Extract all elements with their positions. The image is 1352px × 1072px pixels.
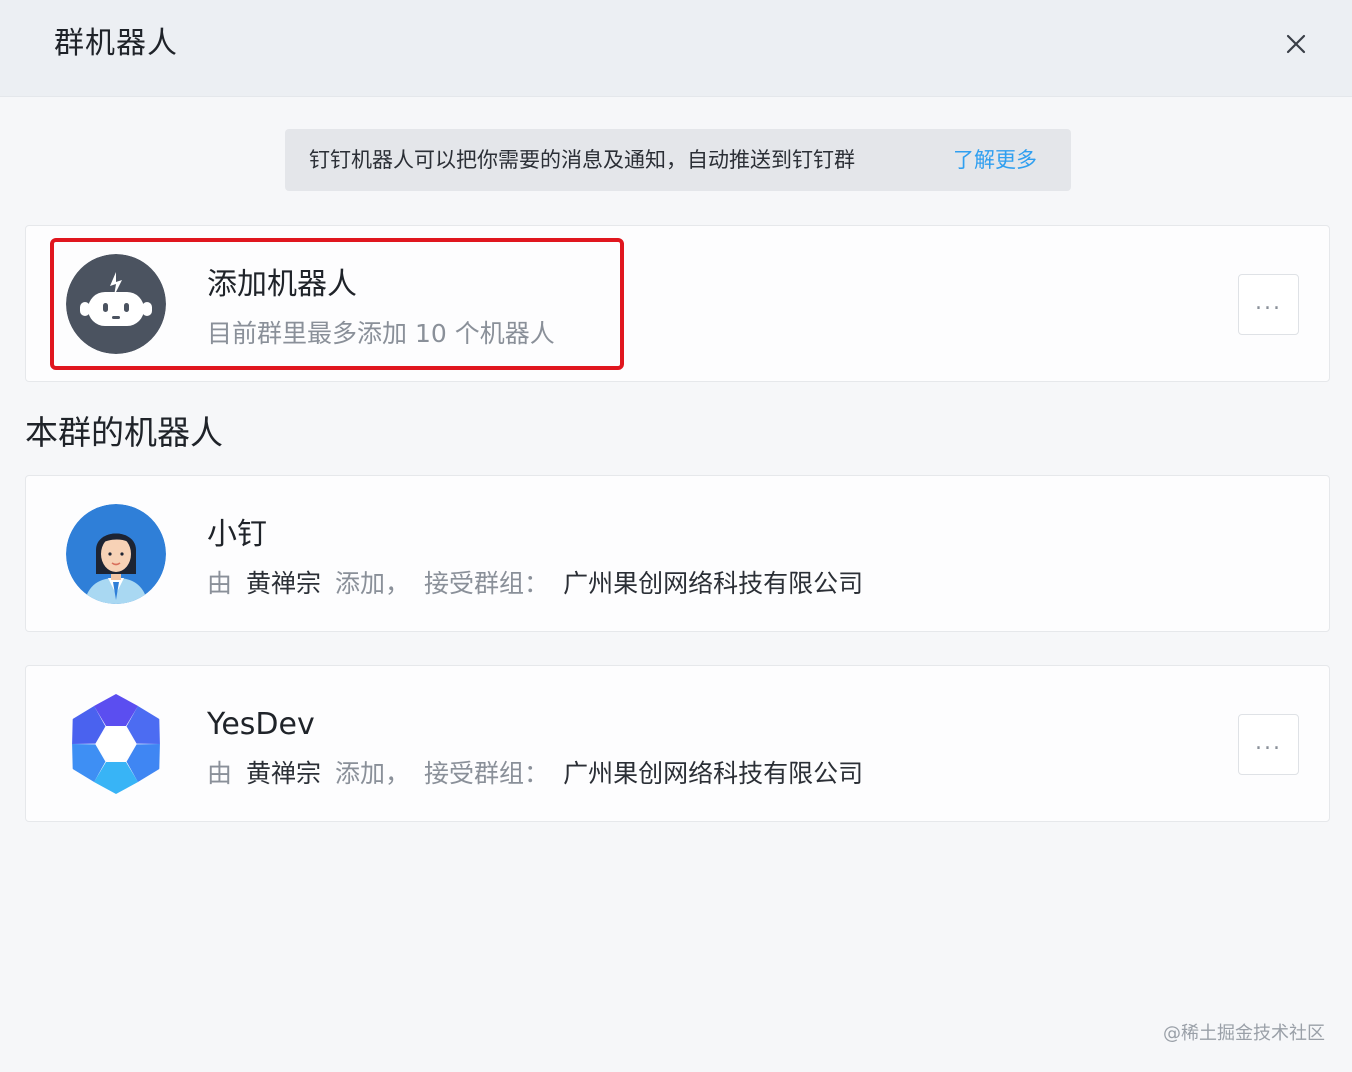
add-robot-card[interactable]: 添加机器人 目前群里最多添加 10 个机器人 ... [25,225,1330,382]
more-button[interactable]: ... [1238,274,1299,335]
added-label: 添加， [335,569,411,598]
group-name: 广州果创网络科技有限公司 [563,569,864,598]
watermark: @稀土掘金技术社区 [1163,1023,1325,1044]
robot-info: 由黄禅宗 添加， 接受群组： 广州果创网络科技有限公司 [207,567,863,601]
more-button[interactable]: ... [1238,714,1299,775]
by-label: 由 [207,569,233,598]
learn-more-link[interactable]: 了解更多 [953,145,1037,175]
receive-group-label: 接受群组： [424,569,550,598]
group-name: 广州果创网络科技有限公司 [563,759,864,788]
section-title: 本群的机器人 [25,413,223,452]
woman-avatar-icon [66,504,166,604]
creator-name: 黄禅宗 [246,759,322,788]
by-label: 由 [207,759,233,788]
creator-name: 黄禅宗 [246,569,322,598]
highlight-annotation [50,238,624,370]
robot-name: YesDev [207,707,315,742]
close-icon [1286,34,1306,54]
info-banner: 钉钉机器人可以把你需要的消息及通知，自动推送到钉钉群 了解更多 [285,129,1071,191]
dialog-header: 群机器人 [0,0,1352,97]
robot-name: 小钉 [207,517,267,552]
robot-info: 由黄禅宗 添加， 接受群组： 广州果创网络科技有限公司 [207,757,863,791]
info-banner-text: 钉钉机器人可以把你需要的消息及通知，自动推送到钉钉群 [309,148,855,172]
added-label: 添加， [335,759,411,788]
receive-group-label: 接受群组： [424,759,550,788]
yesdev-logo-icon [66,694,166,794]
close-button[interactable] [1280,28,1312,60]
dialog-title: 群机器人 [54,26,178,61]
robot-card-xiaoding[interactable]: 小钉 由黄禅宗 添加， 接受群组： 广州果创网络科技有限公司 [25,475,1330,632]
robot-card-yesdev[interactable]: YesDev 由黄禅宗 添加， 接受群组： 广州果创网络科技有限公司 ... [25,665,1330,822]
